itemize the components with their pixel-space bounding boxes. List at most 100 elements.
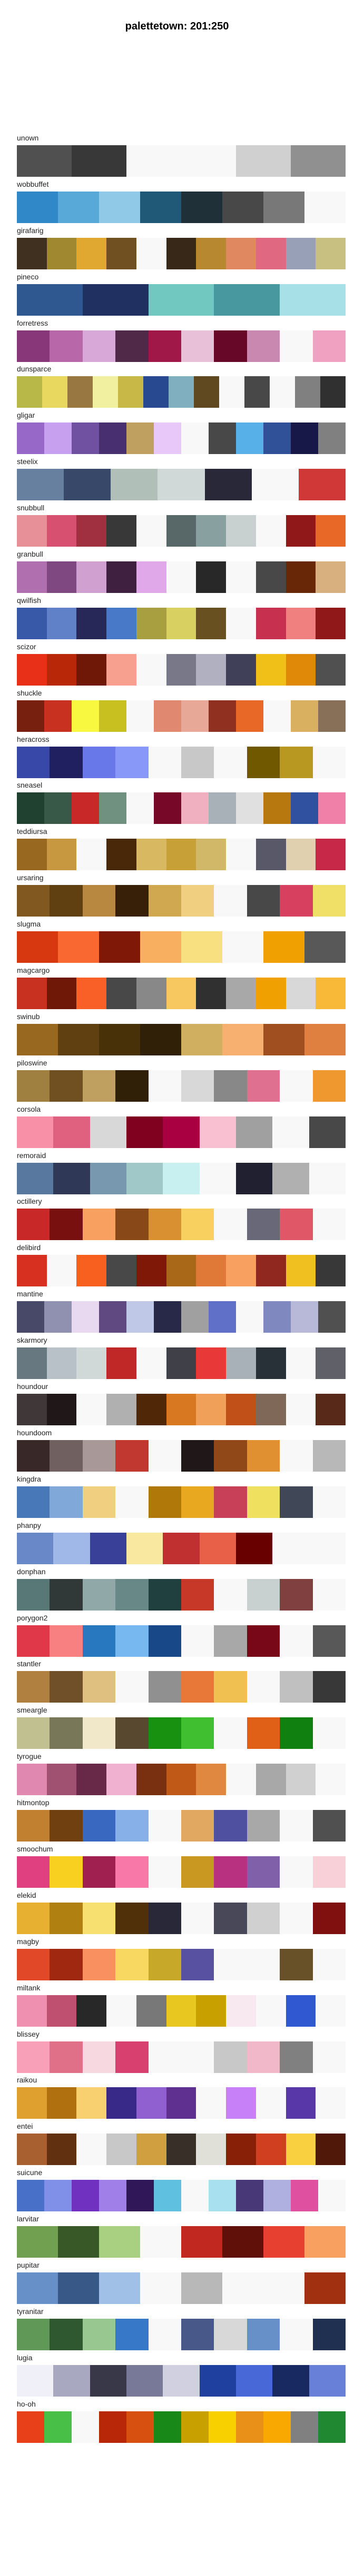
color-swatch bbox=[214, 284, 280, 316]
color-swatch bbox=[154, 2180, 181, 2212]
color-swatch bbox=[255, 2087, 286, 2119]
color-swatch bbox=[76, 1347, 107, 1380]
color-swatch bbox=[247, 885, 280, 917]
palette-name: pupitar bbox=[17, 2260, 40, 2269]
color-swatch bbox=[316, 978, 346, 1010]
color-swatch bbox=[166, 978, 196, 1010]
color-swatch bbox=[50, 1578, 83, 1611]
color-swatch bbox=[166, 1764, 196, 1796]
color-swatch bbox=[106, 2134, 136, 2166]
color-swatch bbox=[72, 700, 99, 732]
color-swatch bbox=[148, 1856, 182, 1888]
palette-bar bbox=[17, 422, 346, 455]
color-swatch bbox=[214, 1440, 247, 1472]
color-swatch bbox=[106, 607, 136, 639]
color-swatch bbox=[115, 1810, 149, 1842]
palette-name: skarmory bbox=[17, 1336, 47, 1345]
palette-phanpy: phanpy bbox=[17, 1521, 346, 1567]
palette-name: octillery bbox=[17, 1197, 42, 1206]
color-swatch bbox=[106, 515, 136, 547]
color-swatch bbox=[44, 2180, 72, 2212]
color-swatch bbox=[181, 792, 209, 824]
color-swatch bbox=[214, 1625, 247, 1657]
color-swatch bbox=[154, 422, 181, 455]
color-swatch bbox=[17, 1162, 54, 1194]
color-swatch bbox=[82, 284, 149, 316]
color-swatch bbox=[291, 422, 318, 455]
color-swatch bbox=[214, 885, 247, 917]
color-swatch bbox=[181, 2180, 209, 2212]
color-swatch bbox=[90, 1532, 126, 1564]
color-swatch bbox=[312, 1671, 346, 1703]
palette-name: swinub bbox=[17, 1012, 40, 1021]
palette-name: sneasel bbox=[17, 781, 43, 790]
color-swatch bbox=[312, 1209, 346, 1241]
color-swatch bbox=[50, 746, 83, 778]
color-swatch bbox=[312, 1948, 346, 1980]
color-swatch bbox=[17, 1209, 50, 1241]
color-swatch bbox=[166, 839, 196, 871]
color-swatch bbox=[99, 422, 126, 455]
color-swatch bbox=[309, 1116, 346, 1148]
color-swatch bbox=[17, 2180, 44, 2212]
color-swatch bbox=[17, 978, 47, 1010]
palette-bar bbox=[17, 1902, 346, 1934]
color-swatch bbox=[82, 1486, 116, 1518]
color-swatch bbox=[286, 2087, 316, 2119]
palette-unown: unown bbox=[17, 134, 346, 180]
color-swatch bbox=[17, 885, 50, 917]
color-swatch bbox=[17, 700, 44, 732]
color-swatch bbox=[280, 1625, 313, 1657]
color-swatch bbox=[263, 792, 291, 824]
color-swatch bbox=[309, 2364, 346, 2397]
color-swatch bbox=[236, 145, 291, 177]
palette-bar bbox=[17, 2226, 346, 2258]
page-title: palettetown: 201:250 bbox=[125, 21, 229, 32]
color-swatch bbox=[181, 1902, 214, 1934]
color-swatch bbox=[17, 2134, 47, 2166]
color-swatch bbox=[126, 1162, 163, 1194]
color-swatch bbox=[50, 1209, 83, 1241]
color-swatch bbox=[115, 1948, 149, 1980]
color-swatch bbox=[214, 1671, 247, 1703]
color-swatch bbox=[106, 237, 136, 269]
palette-bar bbox=[17, 2134, 346, 2166]
color-swatch bbox=[181, 885, 214, 917]
color-swatch bbox=[312, 746, 346, 778]
palette-entei: entei bbox=[17, 2122, 346, 2168]
palette-name: teddiursa bbox=[17, 827, 47, 836]
palette-raikou: raikou bbox=[17, 2076, 346, 2122]
color-swatch bbox=[46, 978, 77, 1010]
color-swatch bbox=[181, 1948, 214, 1980]
palette-name: shuckle bbox=[17, 688, 42, 697]
color-swatch bbox=[236, 2411, 263, 2443]
color-swatch bbox=[99, 1301, 126, 1333]
color-swatch bbox=[226, 653, 256, 686]
color-swatch bbox=[255, 1394, 286, 1426]
color-swatch bbox=[50, 1810, 83, 1842]
palette-octillery: octillery bbox=[17, 1197, 346, 1243]
color-swatch bbox=[247, 1070, 280, 1102]
color-swatch bbox=[17, 469, 64, 501]
color-swatch bbox=[255, 1764, 286, 1796]
palette-slugma: slugma bbox=[17, 920, 346, 966]
color-swatch bbox=[82, 1902, 116, 1934]
color-swatch bbox=[17, 515, 47, 547]
color-swatch bbox=[236, 700, 263, 732]
palette-houndour: houndour bbox=[17, 1382, 346, 1428]
color-swatch bbox=[199, 2364, 236, 2397]
palette-name: mantine bbox=[17, 1290, 43, 1299]
color-swatch bbox=[136, 1255, 166, 1287]
palette-bar bbox=[17, 191, 346, 223]
palette-name: raikou bbox=[17, 2076, 37, 2085]
color-swatch bbox=[148, 1440, 182, 1472]
color-swatch bbox=[99, 792, 126, 824]
color-swatch bbox=[280, 1578, 313, 1611]
color-swatch bbox=[255, 1347, 286, 1380]
color-swatch bbox=[90, 1162, 126, 1194]
color-swatch bbox=[316, 515, 346, 547]
color-swatch bbox=[291, 2411, 318, 2443]
palette-magby: magby bbox=[17, 1937, 346, 1984]
color-swatch bbox=[82, 1671, 116, 1703]
color-swatch bbox=[82, 1209, 116, 1241]
